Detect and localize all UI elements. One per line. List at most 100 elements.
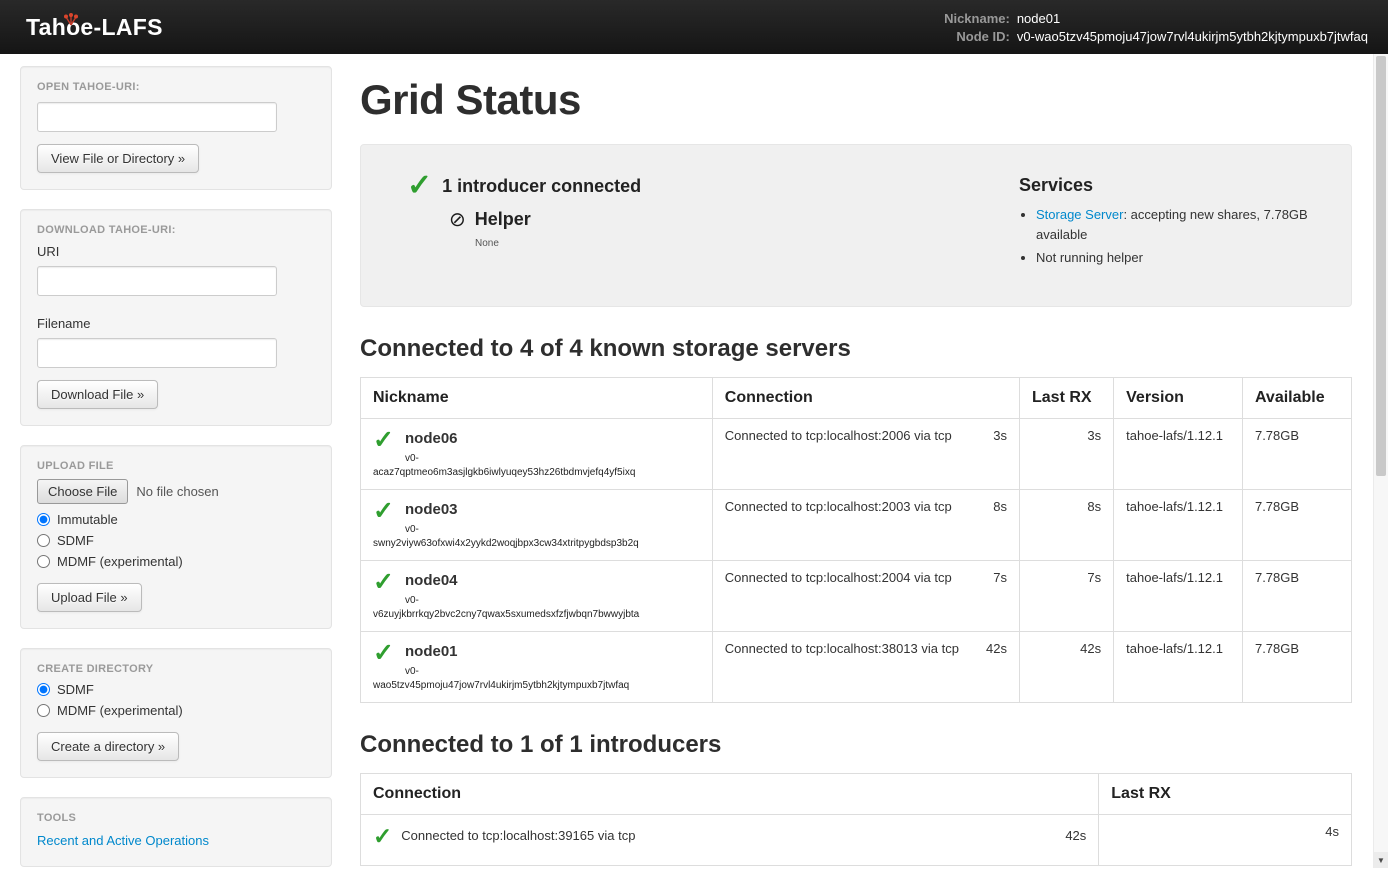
available-cell: 7.78GB	[1242, 560, 1351, 631]
helper-title: Helper	[475, 209, 531, 230]
dir-mdmf-radio[interactable]	[37, 704, 50, 717]
col-nickname: Nickname	[361, 377, 713, 418]
available-cell: 7.78GB	[1242, 418, 1351, 489]
connected-since: 3s	[993, 428, 1007, 443]
upload-file-button[interactable]: Upload File »	[37, 583, 142, 612]
tools-label: TOOLS	[37, 812, 315, 824]
create-directory-button[interactable]: Create a directory »	[37, 732, 179, 761]
last-rx-cell: 4s	[1099, 814, 1352, 865]
last-rx-cell: 7s	[1020, 560, 1114, 631]
choose-file-button[interactable]: Choose File	[37, 479, 128, 504]
upload-sdmf-radio[interactable]	[37, 534, 50, 547]
node-id-value: v0-wao5tzv45pmoju47jow7rvl4ukirjm5ytbh2k…	[1017, 29, 1368, 44]
grid-summary-well: ✓ 1 introducer connected ⊘ Helper None S…	[360, 144, 1352, 307]
page-title: Grid Status	[360, 76, 1352, 124]
upload-sdmf-radio-label: SDMF	[57, 533, 94, 548]
dir-format-mdmf[interactable]: MDMF (experimental)	[37, 703, 315, 718]
upload-file-panel: UPLOAD FILE Choose File No file chosen I…	[20, 445, 332, 629]
connected-since: 8s	[993, 499, 1007, 514]
connection-cell: Connected to tcp:localhost:2003 via tcp …	[712, 489, 1019, 560]
upload-format-sdmf[interactable]: SDMF	[37, 533, 315, 548]
recent-operations-link[interactable]: Recent and Active Operations	[37, 833, 209, 848]
nickname-label: Nickname:	[944, 11, 1010, 26]
scrollbar[interactable]: ▼	[1373, 54, 1388, 868]
helper-service-text: Not running helper	[1036, 250, 1143, 265]
node-info: Nickname: node01 Node ID: v0-wao5tzv45pm…	[944, 11, 1368, 44]
connection-text: Connected to tcp:localhost:2006 via tcp	[725, 428, 952, 443]
scrollbar-thumb[interactable]	[1376, 56, 1386, 476]
connection-cell: Connected to tcp:localhost:38013 via tcp…	[712, 631, 1019, 702]
nickname-cell: ✓ node03 v0-swny2viyw63ofxwi4x2yykd2woqj…	[361, 489, 713, 560]
available-cell: 7.78GB	[1242, 631, 1351, 702]
storage-server-row: ✓ node06 v0-acaz7qptmeo6m3asjlgkb6iwlyuq…	[361, 418, 1352, 489]
server-nickname: node03	[373, 499, 700, 520]
nickname-cell: ✓ node06 v0-acaz7qptmeo6m3asjlgkb6iwlyuq…	[361, 418, 713, 489]
server-connected-check-icon: ✓	[373, 570, 405, 595]
download-uri-input[interactable]	[37, 266, 277, 296]
connection-cell: Connected to tcp:localhost:2006 via tcp …	[712, 418, 1019, 489]
last-rx-cell: 42s	[1020, 631, 1114, 702]
create-directory-label: CREATE DIRECTORY	[37, 663, 315, 675]
introducers-heading: Connected to 1 of 1 introducers	[360, 731, 1352, 759]
col-connection: Connection	[361, 773, 1099, 814]
dir-sdmf-radio[interactable]	[37, 683, 50, 696]
upload-mdmf-radio[interactable]	[37, 555, 50, 568]
connected-since: 7s	[993, 570, 1007, 585]
open-uri-panel: OPEN TAHOE-URI: View File or Directory »	[20, 66, 332, 190]
server-connected-check-icon: ✓	[373, 499, 405, 524]
server-node-id: v0-v6zuyjkbrrkqy2bvc2cny7qwax5sxumedsxfz…	[373, 591, 665, 622]
introducer-status-line: ✓ 1 introducer connected	[407, 173, 1019, 199]
connection-text: Connected to tcp:localhost:2003 via tcp	[725, 499, 952, 514]
scroll-down-button[interactable]: ▼	[1374, 852, 1388, 868]
open-uri-label: OPEN TAHOE-URI:	[37, 81, 315, 93]
download-file-button[interactable]: Download File »	[37, 380, 158, 409]
main-content: Grid Status ✓ 1 introducer connected ⊘ H…	[360, 66, 1352, 894]
upload-format-mdmf[interactable]: MDMF (experimental)	[37, 554, 315, 569]
open-uri-input[interactable]	[37, 102, 277, 132]
storage-server-row: ✓ node01 v0-wao5tzv45pmoju47jow7rvl4ukir…	[361, 631, 1352, 702]
last-rx-cell: 3s	[1020, 418, 1114, 489]
top-navbar: Tahoe-LAFS Nickname: node01 Node ID: v0-…	[0, 0, 1388, 54]
view-file-button[interactable]: View File or Directory »	[37, 144, 199, 173]
nickname-cell: ✓ node01 v0-wao5tzv45pmoju47jow7rvl4ukir…	[361, 631, 713, 702]
col-last-rx: Last RX	[1099, 773, 1352, 814]
server-nickname: node06	[373, 428, 700, 449]
introducer-status-text: 1 introducer connected	[442, 176, 641, 197]
nickname-value: node01	[1017, 11, 1368, 26]
col-last-rx: Last RX	[1020, 377, 1114, 418]
download-filename-input[interactable]	[37, 338, 277, 368]
storage-table-header-row: Nickname Connection Last RX Version Avai…	[361, 377, 1352, 418]
connection-text: Connected to tcp:localhost:39165 via tcp	[401, 828, 1056, 843]
version-cell: tahoe-lafs/1.12.1	[1114, 631, 1243, 702]
server-connected-check-icon: ✓	[373, 641, 405, 666]
dir-mdmf-radio-label: MDMF (experimental)	[57, 703, 183, 718]
file-input[interactable]: Choose File No file chosen	[37, 479, 315, 504]
server-node-id: v0-wao5tzv45pmoju47jow7rvl4ukirjm5ytbh2k…	[373, 662, 665, 693]
helper-detail: None	[475, 238, 1019, 249]
server-node-id: v0-swny2viyw63ofxwi4x2yykd2woqjbpx3cw34x…	[373, 520, 665, 551]
col-connection: Connection	[712, 377, 1019, 418]
storage-server-link[interactable]: Storage Server	[1036, 207, 1123, 222]
connection-text: Connected to tcp:localhost:38013 via tcp	[725, 641, 959, 656]
immutable-radio[interactable]	[37, 513, 50, 526]
services-summary: Services Storage Server: accepting new s…	[1019, 173, 1325, 272]
storage-server-row: ✓ node03 v0-swny2viyw63ofxwi4x2yykd2woqj…	[361, 489, 1352, 560]
col-version: Version	[1114, 377, 1243, 418]
server-connected-check-icon: ✓	[373, 428, 405, 453]
storage-server-row: ✓ node04 v0-v6zuyjkbrrkqy2bvc2cny7qwax5s…	[361, 560, 1352, 631]
connected-since: 42s	[986, 641, 1007, 656]
no-helper-icon: ⊘	[449, 207, 466, 232]
storage-servers-heading: Connected to 4 of 4 known storage server…	[360, 335, 1352, 363]
dir-sdmf-radio-label: SDMF	[57, 682, 94, 697]
nickname-cell: ✓ node04 v0-v6zuyjkbrrkqy2bvc2cny7qwax5s…	[361, 560, 713, 631]
filename-field-label: Filename	[37, 316, 315, 331]
services-title: Services	[1019, 175, 1325, 196]
node-id-label: Node ID:	[944, 29, 1010, 44]
uri-field-label: URI	[37, 244, 315, 259]
upload-format-immutable[interactable]: Immutable	[37, 512, 315, 527]
connected-since: 42s	[1065, 828, 1086, 843]
brand-logo[interactable]: Tahoe-LAFS	[26, 14, 163, 41]
tools-panel: TOOLS Recent and Active Operations	[20, 797, 332, 867]
connection-cell: Connected to tcp:localhost:2004 via tcp …	[712, 560, 1019, 631]
dir-format-sdmf[interactable]: SDMF	[37, 682, 315, 697]
